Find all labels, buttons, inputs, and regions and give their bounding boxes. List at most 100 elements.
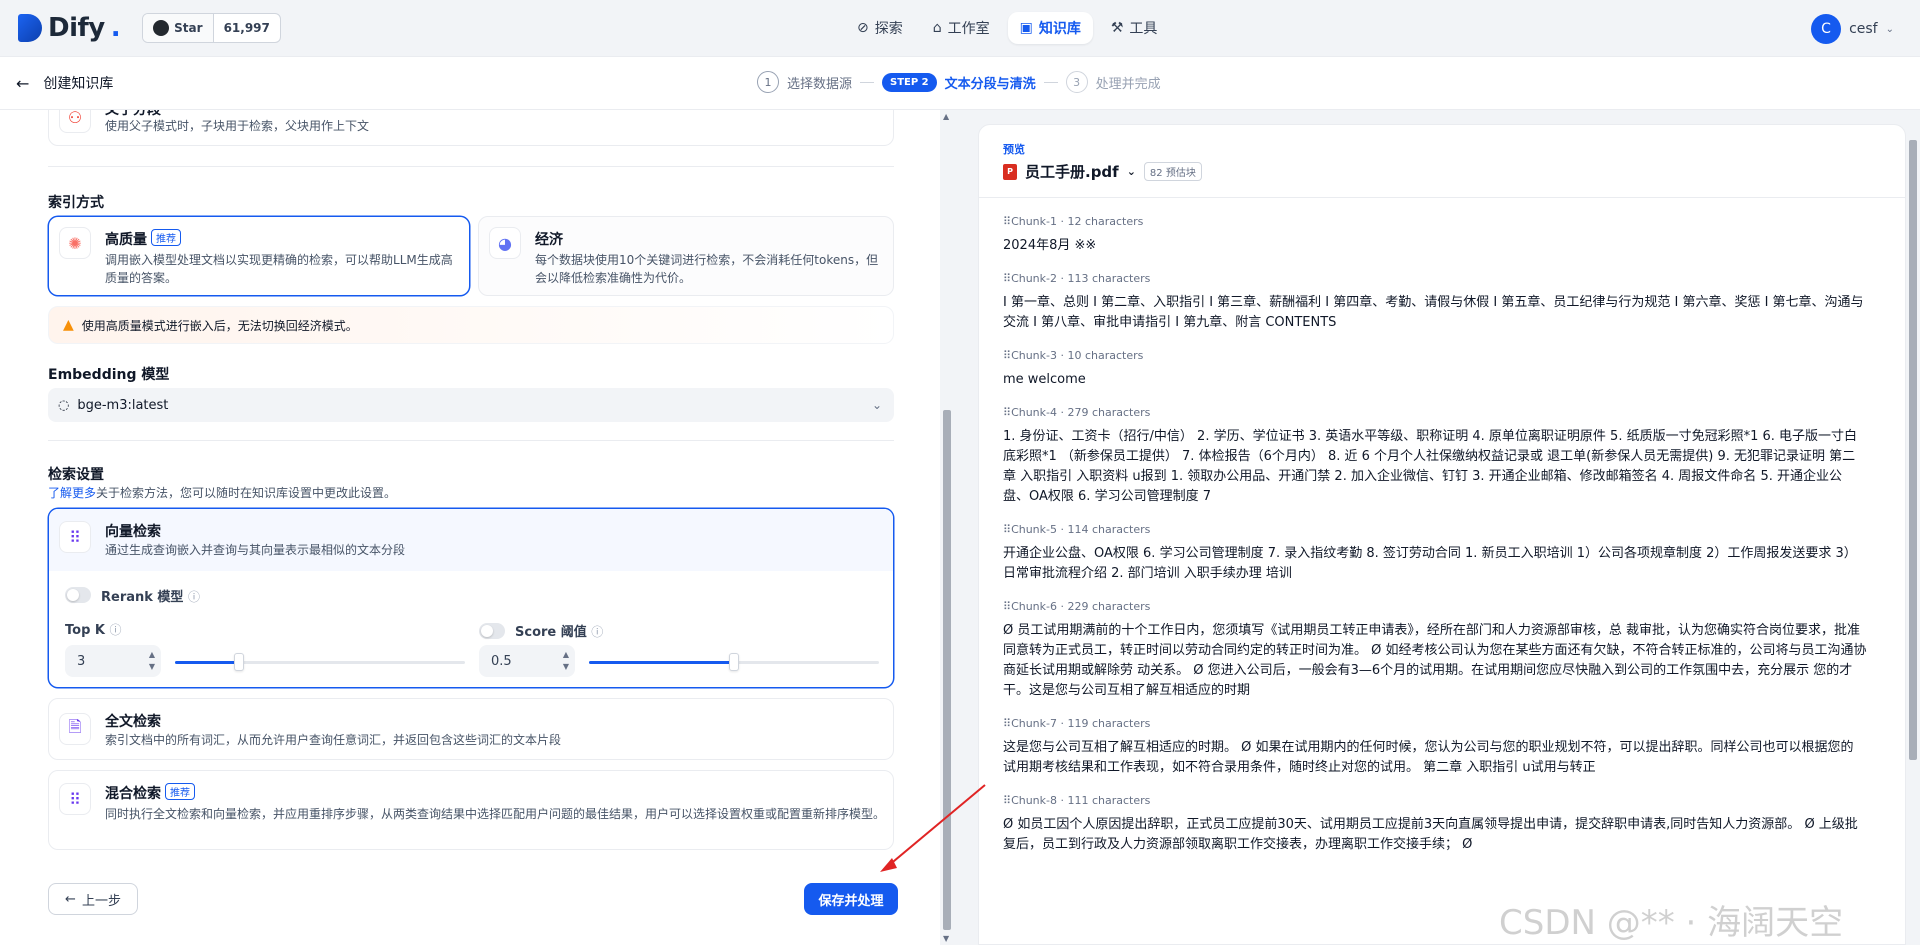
scroll-up-arrow-icon[interactable]: ▲ (943, 112, 949, 121)
arrow-left-icon: ← (16, 73, 30, 93)
left-scrollbar[interactable]: ▲ ▼ (940, 110, 954, 945)
chunk-list: ⠿Chunk-1 · 12 characters 2024年8月 ※※ ⠿Chu… (1003, 215, 1867, 871)
chunk-header: ⠿Chunk-4 · 279 characters (1003, 406, 1867, 419)
chunk-header: ⠿Chunk-7 · 119 characters (1003, 717, 1867, 730)
vector-search-desc: 通过生成查询嵌入并查询与其向量表示最相似的文本分段 (105, 543, 406, 557)
chunk-header-text: Chunk-4 · 279 characters (1011, 406, 1151, 419)
chunk-text: Ø 员工试用期满前的十个工作日内，您须填写《试用期员工转正申请表》，经所在部门和… (1003, 623, 1867, 698)
github-star-widget[interactable]: Star 61,997 (142, 13, 281, 43)
stepper-arrows-icon[interactable]: ▲ ▼ (563, 649, 569, 673)
pdf-file-icon: P (1003, 163, 1017, 180)
chunk-header: ⠿Chunk-2 · 113 characters (1003, 272, 1867, 285)
stepper-arrows-icon[interactable]: ▲ ▼ (149, 649, 155, 673)
chunk-header-text: Chunk-7 · 119 characters (1011, 717, 1151, 730)
divider (48, 440, 894, 441)
save-and-process-button[interactable]: 保存并处理 (804, 883, 898, 915)
list-item: ⠿Chunk-3 · 10 characters me welcome (1003, 349, 1867, 390)
preview-label: 预览 (1003, 143, 1025, 156)
piggy-bank-icon: ◕ (489, 227, 521, 259)
topk-value: 3 (77, 653, 86, 669)
watermark: CSDN @** · 海阔天空 (1499, 903, 1844, 943)
embedding-model-value: bge-m3:latest (77, 397, 169, 413)
topk-label-text: Top K (65, 623, 105, 638)
previous-step-button[interactable]: ← 上一步 (48, 883, 138, 915)
hybrid-search-desc: 同时执行全文检索和向量检索，并应用重排序步骤，从两类查询结果中选择匹配用户问题的… (105, 807, 886, 821)
chunk-header-text: Chunk-8 · 111 characters (1011, 794, 1151, 807)
fulltext-search-desc: 索引文档中的所有词汇，从而允许用户查询任意词汇，并返回包含这些词汇的文本片段 (105, 733, 562, 747)
economy-option[interactable]: ◕ 经济 每个数据块使用10个关键词进行检索，不会消耗任何tokens，但会以降… (478, 216, 894, 296)
chunk-header: ⠿Chunk-1 · 12 characters (1003, 215, 1867, 228)
chunk-text: me welcome (1003, 372, 1086, 387)
topk-slider[interactable] (175, 653, 465, 671)
score-threshold-input[interactable]: 0.5 ▲ ▼ (479, 645, 575, 677)
left-scrollbar-thumb[interactable] (943, 410, 951, 930)
back-button[interactable]: ← 创建知识库 (16, 73, 113, 93)
divider (48, 166, 894, 167)
user-menu[interactable]: C cesf ⌄ (1811, 14, 1894, 44)
nav-studio[interactable]: ⌂ 工作室 (921, 12, 1002, 44)
retrieval-note: 了解更多关于检索方法，您可以随时在知识库设置中更改此设置。 (48, 484, 396, 502)
grid-dots-icon: ⠿ (1003, 272, 1012, 285)
nav-tools[interactable]: ⚒ 工具 (1099, 12, 1170, 44)
scroll-down-arrow-icon[interactable]: ▼ (943, 934, 949, 943)
arrow-left-icon: ← (65, 891, 76, 907)
list-item: ⠿Chunk-2 · 113 characters I 第一章、总则 I 第二章… (1003, 272, 1867, 333)
github-star-button[interactable]: Star (143, 14, 214, 42)
compass-icon: ⊘ (857, 20, 869, 36)
chunk-text: 这是您与公司互相了解互相适应的时期。 Ø 如果在试用期内的任何时候，您认为公司与… (1003, 740, 1854, 775)
github-icon (153, 20, 170, 36)
score-threshold-slider[interactable] (589, 653, 879, 671)
high-quality-option[interactable]: ✺ 高质量 推荐 调用嵌入模型处理文档以实现更精确的检索，可以帮助LLM生成高质量… (48, 216, 470, 296)
recommended-tag: 推荐 (151, 229, 181, 246)
recommended-tag: 推荐 (165, 783, 195, 800)
chunk-text: 开通企业公盘、OA权限 6. 学习公司管理制度 7. 录入指纹考勤 8. 签订劳… (1003, 546, 1857, 581)
vector-search-icon: ⠿ (59, 521, 91, 553)
hybrid-search-option[interactable]: ⠿ 混合检索 推荐 同时执行全文检索和向量检索，并应用重排序步骤，从两类查询结果中… (48, 770, 894, 850)
preview-scrollbar[interactable] (1906, 124, 1920, 945)
github-star-label: Star (174, 21, 203, 35)
nav-studio-label: 工作室 (947, 21, 990, 37)
nav-explore[interactable]: ⊘ 探索 (845, 12, 915, 44)
dify-logo[interactable]: Dify. (18, 13, 121, 43)
chunk-header: ⠿Chunk-6 · 229 characters (1003, 600, 1867, 613)
mode-switch-warning: ▲ 使用高质量模式进行嵌入后，无法切换回经济模式。 (48, 306, 894, 344)
hybrid-search-icon: ⠿ (59, 783, 91, 815)
nav-knowledge[interactable]: ▣ 知识库 (1007, 12, 1093, 44)
chunk-header-text: Chunk-3 · 10 characters (1011, 349, 1144, 362)
step-3-number: 3 (1065, 71, 1088, 93)
topk-slider-thumb[interactable] (234, 653, 244, 671)
preview-file-name: 员工手册.pdf (1025, 163, 1119, 181)
score-threshold-label: Score 阈值 ⓘ (515, 621, 603, 640)
previous-step-label: 上一步 (81, 893, 121, 909)
vector-search-title: 向量检索 (105, 524, 161, 540)
fulltext-search-option[interactable]: 🗎 全文检索 索引文档中的所有词汇，从而允许用户查询任意词汇，并返回包含这些词汇… (48, 698, 894, 760)
chevron-down-icon: ⌄ (871, 398, 882, 412)
rerank-toggle[interactable] (65, 587, 91, 603)
preview-scrollbar-thumb[interactable] (1909, 140, 1917, 760)
economy-title: 经济 (535, 232, 563, 248)
embedding-model-select[interactable]: ◌ bge-m3:latest ⌄ (48, 388, 894, 422)
divider (979, 197, 1905, 198)
parent-child-option[interactable]: ⚇ 父子分段 使用父子模式时，子块用于检索，父块用作上下文 (48, 110, 894, 146)
score-threshold-toggle[interactable] (479, 623, 505, 639)
list-item: ⠿Chunk-4 · 279 characters 1. 身份证、工资卡（招行/… (1003, 406, 1867, 507)
score-slider-thumb[interactable] (729, 653, 739, 671)
dify-logo-mark (18, 14, 42, 42)
chunk-text: Ø 如员工因个人原因提出辞职，正式员工应提前30天、试用期员工应提前3天向直属领… (1003, 817, 1858, 852)
learn-more-link[interactable]: 了解更多 (48, 486, 96, 500)
high-quality-title: 高质量 推荐 (105, 229, 181, 249)
grid-dots-icon: ⠿ (1003, 215, 1012, 228)
topk-label: Top K ⓘ (65, 621, 122, 638)
index-method-heading: 索引方式 (48, 195, 104, 211)
user-name: cesf (1849, 21, 1878, 37)
chunk-header: ⠿Chunk-3 · 10 characters (1003, 349, 1867, 362)
vector-search-option[interactable]: ⠿ 向量检索 通过生成查询嵌入并查询与其向量表示最相似的文本分段 Rerank … (48, 508, 894, 688)
preview-file-selector[interactable]: P 员工手册.pdf ⌄ 82 预估块 (1003, 161, 1202, 182)
hammer-icon: ⚒ (1110, 20, 1124, 36)
chunk-header: ⠿Chunk-5 · 114 characters (1003, 523, 1867, 536)
topk-input[interactable]: 3 ▲ ▼ (65, 645, 161, 677)
estimated-chunk-count: 82 预估块 (1143, 162, 1202, 181)
topk-slider-fill (175, 661, 239, 664)
vector-search-header (49, 509, 893, 571)
economy-desc: 每个数据块使用10个关键词进行检索，不会消耗任何tokens，但会以降低检索准确… (535, 253, 879, 285)
